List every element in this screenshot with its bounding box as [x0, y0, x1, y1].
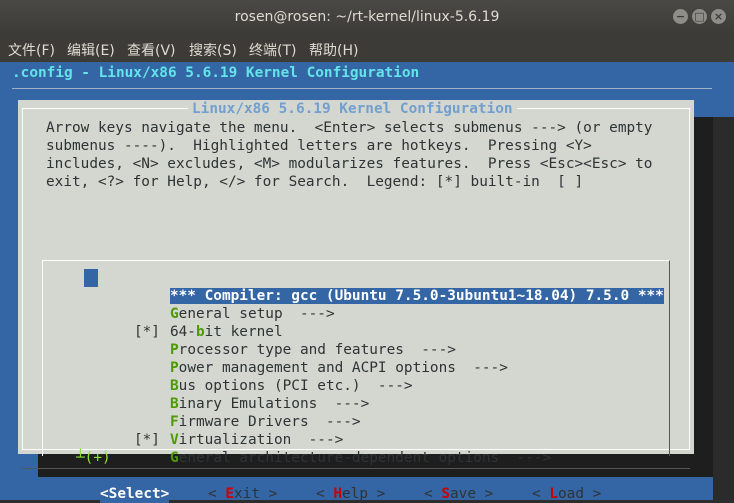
menu-entry-firmware-drivers[interactable]: Firmware Drivers ---> — [82, 395, 361, 430]
menu-edit[interactable]: 编辑(E) — [67, 40, 115, 60]
button-divider — [22, 468, 690, 469]
window-controls: − □ × — [673, 9, 726, 24]
more-indicator: ┴(+) — [76, 450, 111, 466]
help-button[interactable]: < Help > — [316, 485, 385, 503]
header-divider — [12, 88, 712, 89]
menu-search[interactable]: 搜索(S) — [189, 40, 237, 60]
terminal-area[interactable]: .config - Linux/x86 5.6.19 Kernel Config… — [0, 62, 734, 503]
save-button[interactable]: < Save > — [424, 485, 493, 503]
menu-entry-bus-options[interactable]: Bus options (PCI etc.) ---> — [82, 359, 413, 394]
menu-entry-binary-emulations[interactable]: Binary Emulations ---> — [82, 377, 369, 412]
menubar: 文件(F) 编辑(E) 查看(V) 搜索(S) 终端(T) 帮助(H) — [0, 34, 734, 62]
window-titlebar[interactable]: rosen@rosen: ~/rt-kernel/linux-5.6.19 − … — [0, 0, 734, 34]
menu-view[interactable]: 查看(V) — [127, 40, 176, 60]
dialog-title: Linux/x86 5.6.19 Kernel Configuration — [188, 100, 517, 118]
load-button[interactable]: < Load > — [532, 485, 601, 503]
menu-entry-compiler[interactable]: *** Compiler: gcc (Ubuntu 7.5.0-3ubuntu1… — [82, 269, 664, 304]
maximize-icon[interactable]: □ — [692, 9, 707, 24]
help-text-line: exit, <?> for Help, </> for Search. Lege… — [46, 174, 584, 190]
button-row: <Select> < Exit > < Help > < Save > < Lo… — [18, 485, 694, 503]
help-text-line: Arrow keys navigate the menu. <Enter> se… — [46, 120, 653, 136]
minimize-icon[interactable]: − — [673, 9, 688, 24]
menu-entry-power-management[interactable]: Power management and ACPI options ---> — [82, 341, 508, 376]
entry-hotkey: G — [169, 450, 179, 466]
menu-help[interactable]: 帮助(H) — [309, 40, 358, 60]
select-button[interactable]: <Select> — [100, 485, 170, 503]
terminal-edge — [713, 117, 734, 500]
menuconfig-dialog: Linux/x86 5.6.19 Kernel Configuration Ar… — [18, 100, 694, 503]
exit-button[interactable]: < Exit > — [208, 485, 277, 503]
menu-entry-virtualization[interactable]: [*] Virtualization ---> — [82, 413, 343, 448]
menu-entry-general-arch[interactable]: General architecture-dependent options -… — [82, 431, 551, 466]
menu-file[interactable]: 文件(F) — [8, 40, 55, 60]
window-title: rosen@rosen: ~/rt-kernel/linux-5.6.19 — [234, 9, 500, 25]
help-text-line: submenus ----). Highlighted letters are … — [46, 138, 592, 154]
help-text-line: includes, <N> excludes, <M> modularizes … — [46, 156, 653, 172]
menu-entry-processor[interactable]: Processor type and features ---> — [82, 323, 456, 358]
close-icon[interactable]: × — [711, 9, 726, 24]
menu-entry-64bit-kernel[interactable]: [*] 64-bit kernel — [82, 305, 283, 340]
menu-entry-general-setup[interactable]: General setup ---> — [82, 287, 335, 322]
config-header: .config - Linux/x86 5.6.19 Kernel Config… — [12, 65, 420, 81]
menu-terminal[interactable]: 终端(T) — [249, 40, 296, 60]
entry-label: eneral architecture-dependent options --… — [178, 450, 552, 466]
